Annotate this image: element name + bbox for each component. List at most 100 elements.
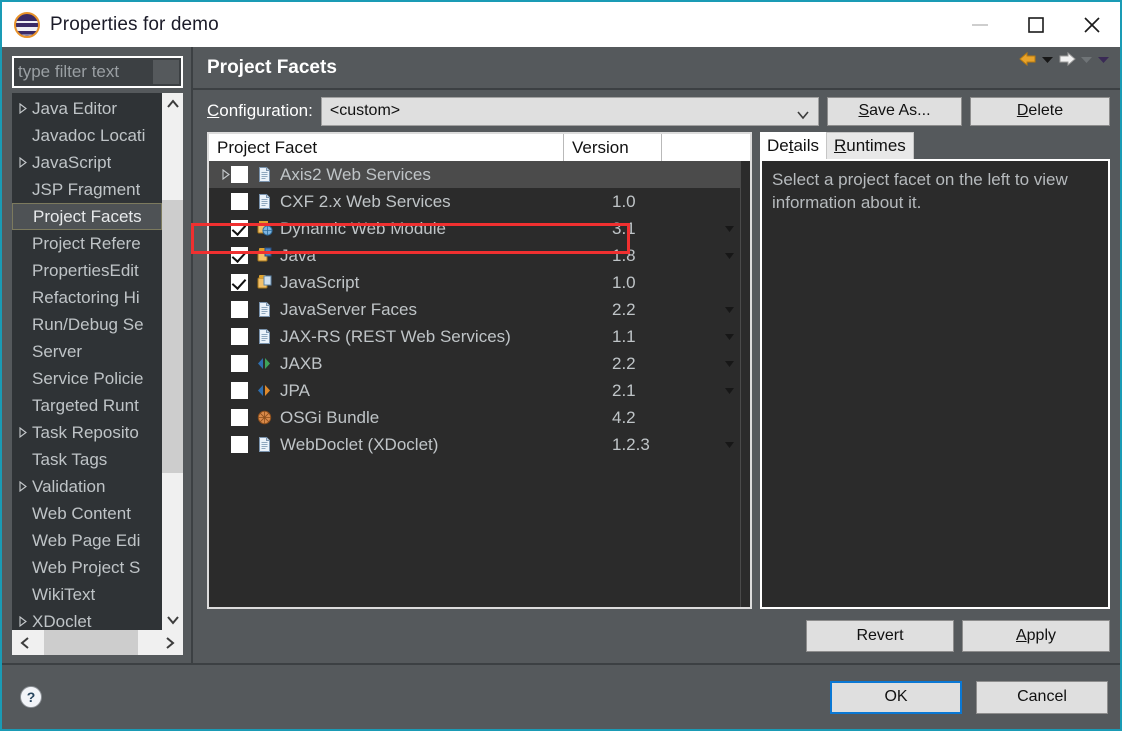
sidebar-item-web-project-s[interactable]: Web Project S <box>12 554 162 581</box>
tab-label: Runtimes <box>834 136 906 156</box>
expand-triangle-icon[interactable] <box>209 169 231 180</box>
scroll-down-button[interactable] <box>162 609 183 630</box>
scroll-right-button[interactable] <box>157 630 183 655</box>
table-row[interactable]: JAX-RS (REST Web Services)1.1 <box>209 323 750 350</box>
facet-checkbox[interactable] <box>231 436 248 453</box>
facet-table-rows[interactable]: Axis2 Web ServicesCXF 2.x Web Services1.… <box>209 161 750 607</box>
facet-checkbox[interactable] <box>231 301 248 318</box>
table-row[interactable]: OSGi Bundle4.2 <box>209 404 750 431</box>
facet-checkbox[interactable] <box>231 409 248 426</box>
osgi-icon <box>256 409 273 426</box>
scroll-left-button[interactable] <box>12 630 38 655</box>
facet-checkbox[interactable] <box>231 382 248 399</box>
sidebar-item-server[interactable]: Server <box>12 338 162 365</box>
configuration-row: Configuration: <custom> Save As... Delet… <box>193 90 1120 132</box>
sidebar-item-refactoring-hi[interactable]: Refactoring Hi <box>12 284 162 311</box>
tree-hscroll-track[interactable] <box>38 630 157 655</box>
sidebar-item-label: JSP Fragment <box>32 180 140 200</box>
sidebar-item-task-tags[interactable]: Task Tags <box>12 446 162 473</box>
web-module-icon <box>256 220 273 237</box>
maximize-button[interactable] <box>1008 2 1064 47</box>
sidebar-item-javascript[interactable]: JavaScript <box>12 149 162 176</box>
sidebar-item-java-editor[interactable]: Java Editor <box>12 95 162 122</box>
filter-box[interactable] <box>12 56 183 88</box>
table-row[interactable]: JAXB2.2 <box>209 350 750 377</box>
sidebar-item-web-content[interactable]: Web Content <box>12 500 162 527</box>
tab-runtimes[interactable]: Runtimes <box>826 132 914 159</box>
column-header-version[interactable]: Version <box>564 134 662 161</box>
footer-buttons: OK Cancel <box>830 681 1108 714</box>
minimize-button[interactable] <box>952 2 1008 47</box>
scroll-up-button[interactable] <box>162 93 183 114</box>
sidebar-item-xdoclet[interactable]: XDoclet <box>12 608 162 630</box>
facet-table: Project Facet Version Axis2 Web Services… <box>207 132 752 609</box>
expand-triangle-icon[interactable] <box>14 157 32 168</box>
filter-clear-area[interactable] <box>153 60 179 84</box>
back-menu-triangle-down-icon[interactable] <box>1041 55 1054 64</box>
java-icon <box>256 247 273 264</box>
sidebar-item-label: Java Editor <box>32 99 117 119</box>
tree-scroll-thumb[interactable] <box>162 200 183 473</box>
forward-menu-triangle-down-icon[interactable] <box>1080 55 1093 64</box>
close-button[interactable] <box>1064 2 1120 47</box>
javascript-icon <box>256 274 273 291</box>
facet-checkbox[interactable] <box>231 193 248 210</box>
facet-checkbox[interactable] <box>231 166 248 183</box>
jpa-icon <box>256 382 273 399</box>
sidebar-item-project-facets[interactable]: Project Facets <box>12 203 162 230</box>
facet-checkbox[interactable] <box>231 355 248 372</box>
sidebar-item-propertiesedit[interactable]: PropertiesEdit <box>12 257 162 284</box>
table-row[interactable]: Dynamic Web Module3.1 <box>209 215 750 242</box>
facet-checkbox[interactable] <box>231 274 248 291</box>
eclipse-logo-icon <box>14 12 40 38</box>
expand-triangle-icon[interactable] <box>14 481 32 492</box>
table-row[interactable]: Java1.8 <box>209 242 750 269</box>
table-row[interactable]: JavaScript1.0 <box>209 269 750 296</box>
facet-version: 2.1 <box>612 381 710 401</box>
sidebar-item-task-reposito[interactable]: Task Reposito <box>12 419 162 446</box>
tree-horizontal-scrollbar[interactable] <box>12 630 183 655</box>
apply-button[interactable]: Apply <box>962 620 1110 652</box>
expand-triangle-icon[interactable] <box>14 103 32 114</box>
tree-vertical-scrollbar[interactable] <box>162 93 183 630</box>
tree-hscroll-thumb[interactable] <box>44 630 138 655</box>
table-row[interactable]: JavaServer Faces2.2 <box>209 296 750 323</box>
table-row[interactable]: JPA2.1 <box>209 377 750 404</box>
sidebar-item-project-refere[interactable]: Project Refere <box>12 230 162 257</box>
help-icon[interactable]: ? <box>20 686 42 708</box>
table-row[interactable]: Axis2 Web Services <box>209 161 750 188</box>
facet-name: JAX-RS (REST Web Services) <box>280 327 612 347</box>
sidebar-item-targeted-runt[interactable]: Targeted Runt <box>12 392 162 419</box>
sidebar-item-service-policie[interactable]: Service Policie <box>12 365 162 392</box>
facet-checkbox[interactable] <box>231 328 248 345</box>
sidebar-item-run-debug-se[interactable]: Run/Debug Se <box>12 311 162 338</box>
arrow-left-icon[interactable] <box>1019 51 1037 67</box>
ok-button[interactable]: OK <box>830 681 962 714</box>
sidebar-item-web-page-edi[interactable]: Web Page Edi <box>12 527 162 554</box>
details-panel: DetailsRuntimes Select a project facet o… <box>760 132 1110 609</box>
preferences-tree[interactable]: Java Editor Javadoc LocatiJavaScript JSP F… <box>12 93 162 630</box>
arrow-right-icon[interactable] <box>1058 51 1076 67</box>
column-header-project-facet[interactable]: Project Facet <box>209 134 564 161</box>
configuration-combobox[interactable]: <custom> <box>321 97 819 126</box>
delete-button[interactable]: Delete <box>970 97 1110 126</box>
expand-triangle-icon[interactable] <box>14 616 32 627</box>
expand-triangle-icon[interactable] <box>14 427 32 438</box>
facet-vertical-scrollbar[interactable] <box>740 161 750 607</box>
facet-checkbox[interactable] <box>231 247 248 264</box>
cancel-button[interactable]: Cancel <box>976 681 1108 714</box>
sidebar-item-jsp-fragment[interactable]: JSP Fragment <box>12 176 162 203</box>
sidebar-item-validation[interactable]: Validation <box>12 473 162 500</box>
apply-row: Revert Apply <box>193 609 1120 663</box>
table-row[interactable]: CXF 2.x Web Services1.0 <box>209 188 750 215</box>
more-menu-triangle-down-icon[interactable] <box>1097 55 1110 64</box>
facet-checkbox[interactable] <box>231 220 248 237</box>
tab-details[interactable]: Details <box>760 132 826 159</box>
revert-button[interactable]: Revert <box>806 620 954 652</box>
table-row[interactable]: WebDoclet (XDoclet)1.2.3 <box>209 431 750 458</box>
tree-scroll-track[interactable] <box>162 114 183 609</box>
sidebar-item-javadoc-locati[interactable]: Javadoc Locati <box>12 122 162 149</box>
save-as-button[interactable]: Save As... <box>827 97 962 126</box>
sidebar-item-wikitext[interactable]: WikiText <box>12 581 162 608</box>
facet-name: JAXB <box>280 354 612 374</box>
